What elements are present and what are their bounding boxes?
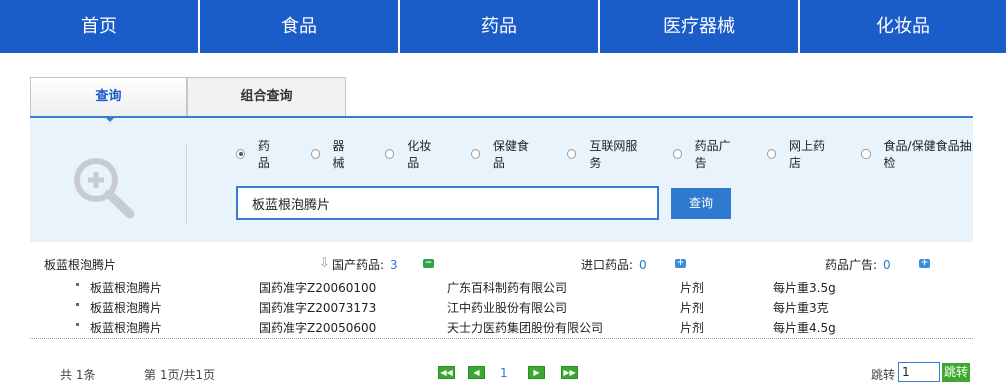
- manufacturer: 江中药业股份有限公司: [447, 301, 568, 315]
- page-number[interactable]: 1: [500, 366, 508, 380]
- radio-dot: [567, 149, 577, 159]
- drug-name[interactable]: 板蓝根泡腾片: [90, 299, 162, 316]
- plus-icon[interactable]: +: [675, 259, 686, 268]
- drug-ads-summary: 药品广告: 0: [825, 256, 891, 273]
- radio-food-sampling[interactable]: 食品/保健食品抽检: [861, 137, 973, 171]
- results-list: 板蓝根泡腾片 国药准字Z20060100 广东百科制药有限公司 片剂 每片重3.…: [44, 279, 940, 339]
- nav-home[interactable]: 首页: [0, 0, 200, 53]
- radio-internet-service[interactable]: 互联网服务: [567, 137, 642, 171]
- drug-name[interactable]: 板蓝根泡腾片: [90, 319, 162, 336]
- radio-dot: [470, 149, 480, 159]
- approval-number: 国药准字Z20050600: [259, 321, 377, 335]
- specification: 每片重3克: [773, 301, 829, 315]
- domestic-count[interactable]: 3: [390, 258, 398, 272]
- top-nav: 首页 食品 药品 医疗器械 化妆品: [0, 0, 1006, 53]
- jump-button[interactable]: 跳转: [942, 363, 970, 382]
- nav-food[interactable]: 食品: [200, 0, 400, 53]
- imported-drugs-summary: 进口药品: 0: [581, 256, 647, 273]
- radio-label: 药品广告: [694, 139, 731, 170]
- query-tabs: 查询 组合查询: [30, 77, 346, 117]
- specification: 每片重3.5g: [773, 281, 836, 295]
- approval-number: 国药准字Z20073173: [259, 301, 377, 315]
- tab-combined-query[interactable]: 组合查询: [187, 77, 346, 116]
- active-tab-pointer: [104, 116, 116, 122]
- manufacturer: 天士力医药集团股份有限公司: [447, 321, 604, 335]
- search-panel: 药品 器械 化妆品 保健食品 互联网服务 药品广告 网上药店 食品/保健食品抽检…: [30, 116, 973, 242]
- table-row[interactable]: 板蓝根泡腾片 国药准字Z20050600 天士力医药集团股份有限公司 片剂 每片…: [44, 319, 940, 339]
- radio-devices[interactable]: 器械: [310, 137, 354, 171]
- radio-label: 保健食品: [492, 139, 529, 170]
- search-button[interactable]: 查询: [671, 188, 731, 219]
- table-row[interactable]: 板蓝根泡腾片 国药准字Z20060100 广东百科制药有限公司 片剂 每片重3.…: [44, 279, 940, 299]
- ad-label: 药品广告:: [825, 258, 878, 272]
- results-title: 板蓝根泡腾片: [44, 258, 117, 272]
- domestic-drugs-summary: 国产药品: 3: [332, 256, 398, 273]
- first-page-icon[interactable]: ◀◀: [438, 366, 455, 379]
- approval-number: 国药准字Z20060100: [259, 281, 377, 295]
- nav-drugs[interactable]: 药品: [400, 0, 600, 53]
- radio-health-food[interactable]: 保健食品: [470, 137, 535, 171]
- tab-query[interactable]: 查询: [30, 77, 187, 116]
- radio-label: 化妆品: [407, 139, 432, 170]
- radio-dot: [385, 149, 395, 159]
- radio-dot: [236, 149, 245, 159]
- radio-cosmetics[interactable]: 化妆品: [385, 137, 439, 171]
- bullet: [76, 303, 79, 306]
- radio-dot: [861, 149, 871, 159]
- radio-dot: [672, 149, 682, 159]
- magnifier-plus-icon: [74, 158, 135, 219]
- last-page-icon[interactable]: ▶▶: [561, 366, 578, 379]
- import-count[interactable]: 0: [639, 258, 647, 272]
- manufacturer: 广东百科制药有限公司: [447, 281, 568, 295]
- minus-icon[interactable]: −: [423, 259, 434, 268]
- next-page-icon[interactable]: ▶: [528, 366, 545, 379]
- page-info: 第 1页/共1页: [144, 368, 216, 382]
- radio-online-pharmacy[interactable]: 网上药店: [766, 137, 831, 171]
- radio-dot: [766, 149, 777, 159]
- radio-label: 食品/保健食品抽检: [883, 139, 972, 170]
- ad-count[interactable]: 0: [883, 258, 891, 272]
- specification: 每片重4.5g: [773, 321, 836, 335]
- radio-label: 器械: [332, 139, 345, 170]
- panel-divider: [186, 144, 187, 224]
- jump-page-input[interactable]: [898, 362, 940, 382]
- radio-drugs[interactable]: 药品: [236, 137, 279, 171]
- nav-cosmetics[interactable]: 化妆品: [800, 0, 1006, 53]
- plus-icon[interactable]: +: [919, 259, 930, 268]
- results-divider: [30, 338, 973, 339]
- category-radio-group: 药品 器械 化妆品 保健食品 互联网服务 药品广告 网上药店 食品/保健食品抽检: [236, 139, 973, 170]
- total-count: 共 1条: [60, 368, 96, 382]
- dosage-form: 片剂: [680, 301, 705, 315]
- jump-label: 跳转: [871, 368, 896, 382]
- import-label: 进口药品:: [581, 258, 634, 272]
- bullet: [76, 283, 79, 286]
- drug-name[interactable]: 板蓝根泡腾片: [90, 279, 162, 296]
- down-arrow-icon: ⇩: [319, 256, 330, 271]
- radio-label: 网上药店: [789, 139, 826, 170]
- radio-dot: [310, 149, 320, 159]
- prev-page-icon[interactable]: ◀: [468, 366, 485, 379]
- bullet: [76, 323, 79, 326]
- results-header: 板蓝根泡腾片 ⇩ 国产药品: 3 − 进口药品: 0 + 药品广告: 0 +: [44, 254, 944, 272]
- dosage-form: 片剂: [680, 281, 705, 295]
- table-row[interactable]: 板蓝根泡腾片 国药准字Z20073173 江中药业股份有限公司 片剂 每片重3克: [44, 299, 940, 319]
- search-input[interactable]: [236, 186, 659, 220]
- nav-medical-devices[interactable]: 医疗器械: [600, 0, 800, 53]
- radio-label: 药品: [257, 139, 270, 170]
- radio-drug-ads[interactable]: 药品广告: [672, 137, 737, 171]
- radio-label: 互联网服务: [589, 139, 638, 170]
- dosage-form: 片剂: [680, 321, 705, 335]
- domestic-label: 国产药品:: [332, 258, 385, 272]
